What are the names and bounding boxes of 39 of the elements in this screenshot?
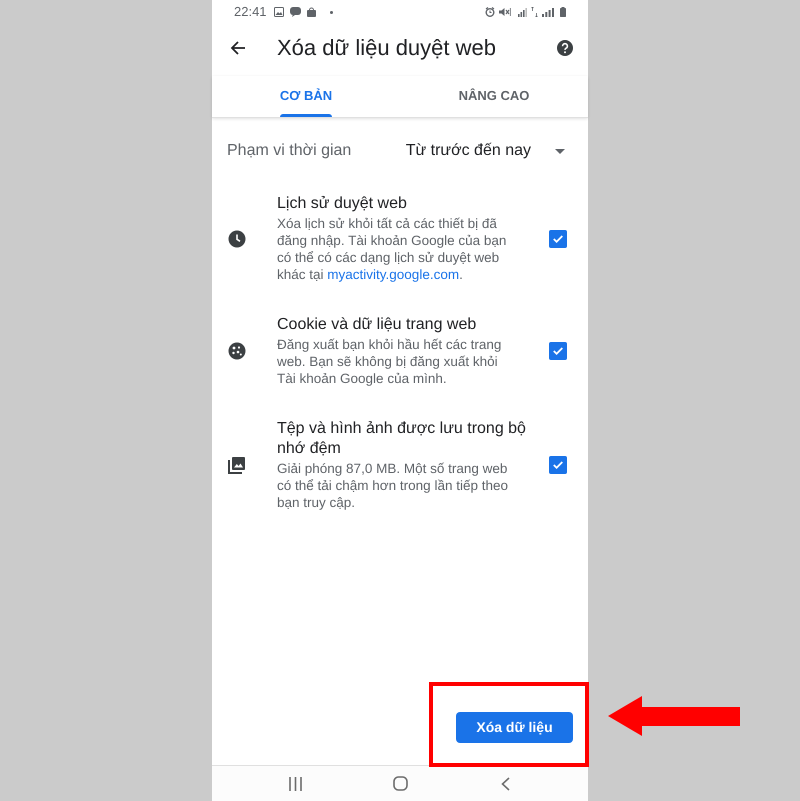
checkmark-icon: [553, 461, 563, 469]
help-button[interactable]: [557, 40, 573, 56]
recent-apps-button[interactable]: [288, 776, 302, 790]
cookie-icon: [228, 342, 246, 360]
shopping-bag-icon: [306, 7, 316, 17]
status-time: 22:41: [234, 4, 267, 20]
notification-dot-icon: [330, 10, 333, 14]
signal-icon: [542, 8, 554, 16]
option-title: Tệp và hình ảnh được lưu trong bộ nhớ đệm: [277, 419, 527, 459]
dropdown-caret-icon: [555, 148, 565, 154]
time-range-dropdown[interactable]: Từ trước đến nay: [406, 139, 565, 163]
tab[interactable]: NÂNG CAO: [458, 88, 530, 117]
clock-icon: [228, 230, 246, 248]
home-button[interactable]: [392, 776, 408, 791]
muted-speaker-icon: [499, 7, 511, 17]
checkbox[interactable]: [549, 456, 567, 474]
option-description: Đăng xuất bạn khỏi hầu hết các trang web. Bạn sẽ không bị đăng xuất khỏi Tài khoản Google của mình.: [277, 336, 502, 387]
checkbox[interactable]: [549, 230, 567, 248]
back-button[interactable]: [229, 39, 247, 57]
back-nav-button[interactable]: [500, 776, 510, 790]
clear-data-button[interactable]: Xóa dữ liệu: [456, 712, 573, 743]
checkmark-icon: [553, 234, 563, 242]
time-range-label: Phạm vi thời gian: [227, 141, 352, 161]
signal-icon: [518, 8, 527, 16]
option-description: Giải phóng 87,0 MB. Một số trang web có thể tải chậm hơn trong lần tiếp theo bạn truy cập.: [277, 460, 509, 511]
checkmark-icon: [553, 347, 563, 355]
option-title: Lịch sử duyệt web: [277, 194, 408, 214]
battery-icon: [560, 7, 566, 17]
activity-link[interactable]: myactivity.google.com: [327, 267, 460, 282]
alarm-icon: [485, 7, 495, 17]
tab[interactable]: CƠ BẢN: [280, 88, 332, 117]
option-title: Cookie và dữ liệu trang web: [277, 315, 478, 335]
image-notification-icon: [274, 7, 284, 17]
image-stack-icon: [228, 456, 246, 474]
chat-bubble-icon: [290, 7, 301, 17]
option-description: Xóa lịch sử khỏi tất cả các thiết bị đã đăng nhập. Tài khoản Google của bạn có thể có các dạng lịch sử duyệt web khác tại myactivity.google.com.: [277, 215, 508, 283]
data-transfer-icon: [531, 7, 538, 17]
checkbox[interactable]: [549, 342, 567, 360]
page-title: Xóa dữ liệu duyệt web: [277, 35, 496, 61]
